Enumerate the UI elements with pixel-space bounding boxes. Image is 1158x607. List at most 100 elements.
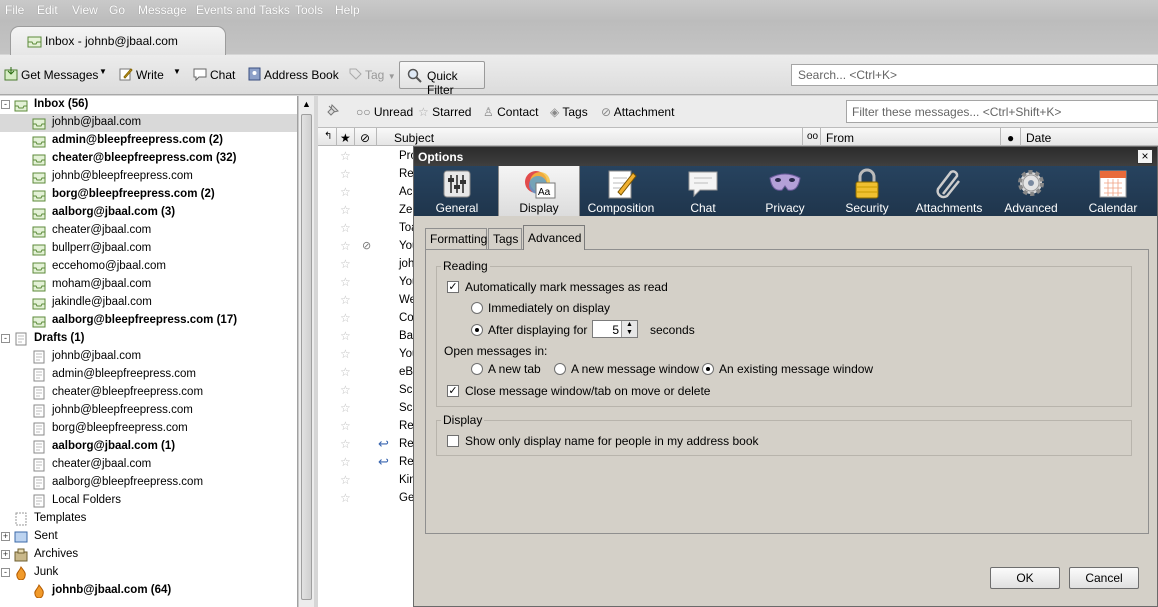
star-icon[interactable]: ☆	[340, 221, 351, 235]
star-icon[interactable]: ☆	[340, 185, 351, 199]
folder-row[interactable]: aalborg@bleepfreepress.com (17)	[0, 312, 297, 330]
folder-row[interactable]: aalborg@jbaal.com (1)	[0, 438, 297, 456]
message-row[interactable]: ☆ ⊘ You	[318, 238, 418, 256]
pane-security[interactable]: Security	[826, 166, 908, 216]
tag-button[interactable]: Tag ▼	[348, 67, 396, 85]
message-row[interactable]: ☆ Ge	[318, 490, 418, 508]
star-icon[interactable]: ☆	[340, 383, 351, 397]
global-search-input[interactable]: Search... <Ctrl+K>	[791, 64, 1158, 86]
chat-button[interactable]: Chat	[193, 67, 235, 85]
collapse-icon[interactable]: -	[1, 568, 10, 577]
read-column-icon[interactable]: oo	[807, 131, 818, 142]
pane-composition[interactable]: Composition	[580, 166, 662, 216]
pane-privacy[interactable]: Privacy	[744, 166, 826, 216]
menu-tools[interactable]: Tools	[295, 3, 323, 17]
star-column-icon[interactable]: ★	[340, 131, 351, 145]
folder-row[interactable]: cheater@bleepfreepress.com (32)	[0, 150, 297, 168]
address-book-button[interactable]: Address Book	[247, 67, 339, 85]
folder-row[interactable]: johnb@jbaal.com	[0, 348, 297, 366]
message-row[interactable]: ☆ Re	[318, 166, 418, 184]
tab-inbox[interactable]: Inbox - johnb@jbaal.com	[10, 26, 226, 55]
new-window-radio[interactable]	[554, 363, 566, 375]
folder-scroll-thumb[interactable]	[301, 114, 312, 600]
from-column-header[interactable]: From	[826, 131, 854, 145]
pane-attachments[interactable]: Attachments	[908, 166, 990, 216]
get-messages-button[interactable]: Get Messages	[4, 67, 98, 85]
star-icon[interactable]: ☆	[340, 491, 351, 505]
folder-row[interactable]: borg@bleepfreepress.com (2)	[0, 186, 297, 204]
pane-calendar[interactable]: Calendar	[1072, 166, 1154, 216]
message-row[interactable]: ☆ eBa	[318, 364, 419, 382]
folder-pane-scrollbar[interactable]: ▲	[298, 96, 314, 607]
cancel-button[interactable]: Cancel	[1069, 567, 1139, 589]
folder-row[interactable]: johnb@bleepfreepress.com	[0, 402, 297, 420]
expand-icon[interactable]: +	[1, 550, 10, 559]
folder-row[interactable]: admin@bleepfreepress.com (2)	[0, 132, 297, 150]
menu-events-and-tasks[interactable]: Events and Tasks	[196, 3, 290, 17]
new-tab-radio[interactable]	[471, 363, 483, 375]
menu-message[interactable]: Message	[138, 3, 187, 17]
seconds-spinner[interactable]: 5 ▲ ▼	[592, 320, 638, 338]
ok-button[interactable]: OK	[990, 567, 1060, 589]
pane-advanced[interactable]: Advanced	[990, 166, 1072, 216]
write-dropdown-icon[interactable]: ▼	[173, 67, 181, 85]
sticky-pin-icon[interactable]	[325, 104, 339, 118]
close-icon[interactable]: ×	[1137, 149, 1153, 164]
folder-row[interactable]: + Sent	[0, 528, 297, 546]
after-displaying-radio[interactable]	[471, 324, 483, 336]
close-window-checkbox[interactable]: ✓	[447, 385, 459, 397]
message-row[interactable]: ☆ joh	[318, 256, 418, 274]
filter-tags-button[interactable]: ◈ Tags	[550, 105, 588, 119]
tab-advanced[interactable]: Advanced	[523, 225, 585, 250]
star-icon[interactable]: ☆	[340, 437, 351, 451]
message-row[interactable]: ☆ Scr	[318, 382, 418, 400]
message-row[interactable]: ☆ Kin	[318, 472, 418, 490]
get-messages-dropdown-icon[interactable]: ▼	[99, 67, 107, 85]
folder-row[interactable]: + Archives	[0, 546, 297, 564]
tab-tags[interactable]: Tags	[488, 228, 522, 249]
folder-row[interactable]: cheater@bleepfreepress.com	[0, 384, 297, 402]
filter-contact-button[interactable]: ♙ Contact	[483, 105, 538, 119]
folder-row[interactable]: aalborg@jbaal.com (3)	[0, 204, 297, 222]
message-row[interactable]: ☆ ↩ Re	[318, 436, 418, 454]
message-row[interactable]: ☆ Co	[318, 310, 418, 328]
star-icon[interactable]: ☆	[340, 473, 351, 487]
filter-unread-button[interactable]: ○○ Unread	[356, 105, 413, 119]
folder-row[interactable]: - Junk	[0, 564, 297, 582]
folder-row[interactable]: johnb@jbaal.com (64)	[0, 582, 297, 600]
menu-file[interactable]: File	[5, 3, 24, 17]
date-column-header[interactable]: Date	[1026, 131, 1051, 145]
filter-starred-button[interactable]: ☆ Starred	[418, 105, 471, 119]
folder-row[interactable]: johnb@jbaal.com	[0, 114, 297, 132]
star-icon[interactable]: ☆	[340, 203, 351, 217]
message-row[interactable]: ☆ Zer	[318, 202, 418, 220]
tab-formatting[interactable]: Formatting	[425, 228, 487, 249]
message-row[interactable]: ☆ Ac	[318, 184, 418, 202]
quick-filter-button[interactable]: Quick Filter	[399, 61, 485, 97]
folder-row[interactable]: bullperr@jbaal.com	[0, 240, 297, 258]
message-row[interactable]: ☆ You	[318, 274, 418, 292]
folder-row[interactable]: Local Folders	[0, 492, 297, 510]
folder-row[interactable]: cheater@jbaal.com	[0, 222, 297, 240]
message-row[interactable]: ☆ You	[318, 346, 418, 364]
collapse-icon[interactable]: -	[1, 334, 10, 343]
scroll-up-arrow-icon[interactable]: ▲	[302, 99, 311, 109]
expand-icon[interactable]: +	[1, 532, 10, 541]
star-icon[interactable]: ☆	[340, 239, 351, 253]
thread-column-icon[interactable]: ↰	[324, 131, 332, 142]
message-row[interactable]: ☆ Re	[318, 418, 418, 436]
menu-view[interactable]: View	[72, 3, 98, 17]
menu-help[interactable]: Help	[335, 3, 360, 17]
junk-column-icon[interactable]: ●	[1007, 131, 1014, 145]
write-button[interactable]: Write	[119, 67, 164, 85]
menu-go[interactable]: Go	[109, 3, 125, 17]
folder-row[interactable]: - Drafts (1)	[0, 330, 297, 348]
message-row[interactable]: ☆ Scr	[318, 400, 418, 418]
folder-row[interactable]: Templates	[0, 510, 297, 528]
collapse-icon[interactable]: -	[1, 100, 10, 109]
immediately-radio[interactable]	[471, 302, 483, 314]
folder-row[interactable]: moham@jbaal.com	[0, 276, 297, 294]
star-icon[interactable]: ☆	[340, 329, 351, 343]
filter-attachment-button[interactable]: ⊘ Attachment	[601, 105, 674, 119]
star-icon[interactable]: ☆	[340, 311, 351, 325]
